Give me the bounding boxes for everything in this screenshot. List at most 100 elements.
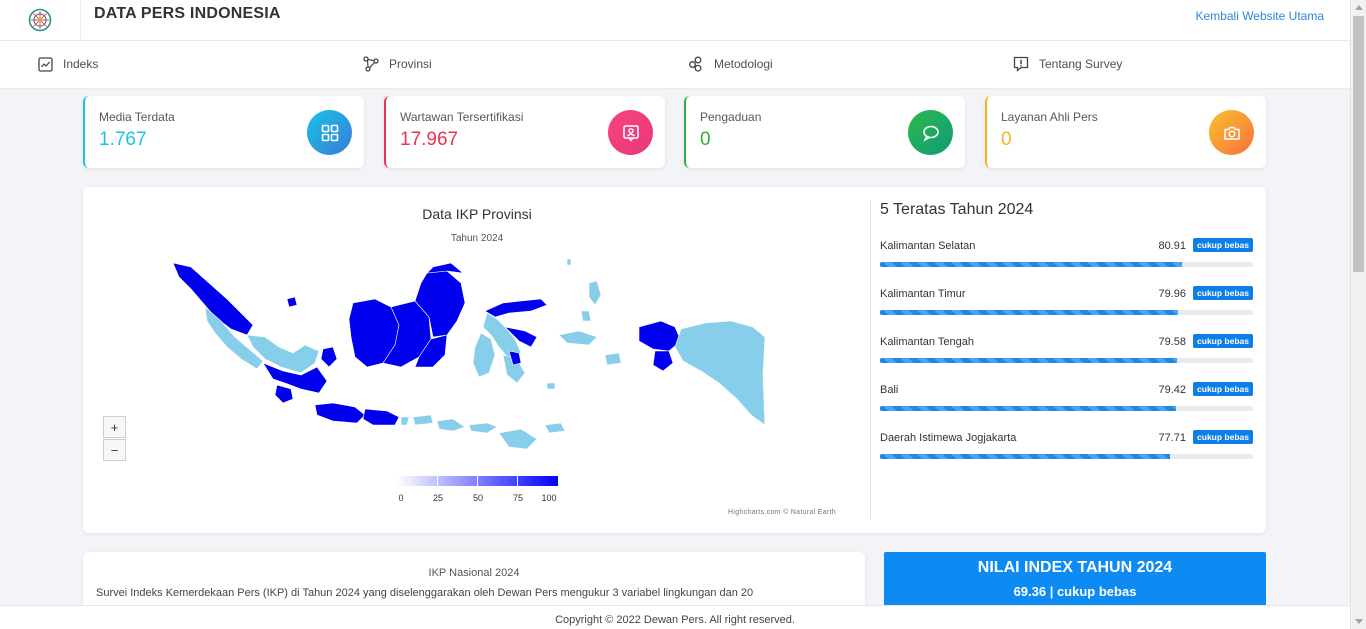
index-value: 69.36 | cukup bebas (1013, 584, 1137, 599)
legend-label-75: 75 (512, 493, 524, 503)
rank-score: 79.58 (1158, 336, 1186, 348)
nav-item-tentang-survey[interactable]: Tentang Survey (1013, 55, 1122, 73)
nav-label-indeks: Indeks (63, 57, 99, 71)
scrollbar-thumb[interactable] (1353, 16, 1364, 272)
map-region-bangka (320, 346, 338, 368)
ikp-national-card: IKP Nasional 2024 Survei Indeks Kemerdek… (83, 552, 865, 612)
legend-tick (477, 476, 478, 486)
map-region-papua-west (638, 320, 682, 352)
map-region-small-islands (546, 258, 572, 390)
footer: Copyright © 2022 Dewan Pers. All right r… (0, 605, 1350, 629)
legend-label-0: 0 (398, 493, 404, 503)
rank-row: Kalimantan Tengah 79.58 cukup bebas (880, 334, 1253, 366)
nav-item-metodologi[interactable]: Metodologi (688, 55, 773, 73)
map-region-java-west (314, 402, 366, 424)
ikp-map-card: Data IKP Provinsi Tahun 2024 + − 0 25 50… (83, 187, 1266, 533)
rank-progress-fill (880, 262, 1182, 267)
map-region-java-east (362, 408, 400, 426)
stat-label: Media Terdata (99, 110, 175, 124)
rank-name: Kalimantan Tengah (880, 336, 974, 348)
legend-tick (517, 476, 518, 486)
line-chart-icon (38, 56, 53, 72)
map-region-flores (544, 422, 566, 434)
rank-score: 79.96 (1158, 288, 1186, 300)
status-badge: cukup bebas (1193, 238, 1253, 252)
rank-progress-fill (880, 454, 1170, 459)
stat-card-wartawan-tersertifikasi: Wartawan Tersertifikasi 17.967 (384, 96, 665, 168)
rank-progress-fill (880, 358, 1177, 363)
main-nav: Indeks Provinsi Metodologi Tentang Surve… (0, 41, 1350, 88)
scroll-up-arrow-icon[interactable] (1355, 5, 1363, 10)
status-badge: cukup bebas (1193, 430, 1253, 444)
about-text: Survei Indeks Kemerdekaan Pers (IKP) di … (96, 587, 754, 599)
stat-card-layanan-ahli-pers: Layanan Ahli Pers 0 (985, 96, 1266, 168)
logo-emblem-icon (28, 8, 52, 32)
map-region-maluku-north (580, 280, 602, 322)
status-badge: cukup bebas (1193, 334, 1253, 348)
status-badge: cukup bebas (1193, 382, 1253, 396)
map-region-bali (400, 416, 410, 426)
map-region-maluku (558, 330, 622, 366)
about-title: IKP Nasional 2024 (428, 567, 520, 579)
grid-icon (307, 110, 352, 155)
rank-progress-track (880, 454, 1253, 459)
stat-value: 1.767 (99, 129, 147, 150)
indonesia-province-map[interactable] (169, 255, 789, 465)
map-region-lampung (274, 384, 294, 404)
map-region-papua-southwest (652, 350, 674, 372)
stat-card-media-terdata: Media Terdata 1.767 (83, 96, 364, 168)
stat-value: 0 (1001, 129, 1012, 150)
map-credit-link[interactable]: Highcharts.com © Natural Earth (728, 509, 836, 516)
stat-label: Wartawan Tersertifikasi (400, 110, 524, 124)
rank-progress-track (880, 358, 1253, 363)
map-region-timor (498, 428, 538, 450)
map-zoom-in-button[interactable]: + (103, 416, 126, 438)
page-scrollbar[interactable] (1350, 0, 1366, 629)
legend-label-100: 100 (541, 493, 557, 503)
map-region-nusa-tenggara (412, 414, 498, 434)
rank-score: 79.42 (1158, 384, 1186, 396)
nav-label-provinsi: Provinsi (389, 57, 432, 71)
map-subtitle: Tahun 2024 (450, 233, 504, 244)
map-region-sulawesi-south (472, 332, 496, 378)
rank-name: Kalimantan Timur (880, 288, 966, 300)
stat-label: Layanan Ahli Pers (1001, 110, 1098, 124)
nav-item-provinsi[interactable]: Provinsi (363, 55, 432, 73)
map-region-riau-islands (286, 296, 298, 308)
rank-progress-fill (880, 310, 1179, 315)
back-to-main-site-link[interactable]: Kembali Website Utama (1196, 9, 1325, 23)
rank-row: Bali 79.42 cukup bebas (880, 382, 1253, 414)
status-badge: cukup bebas (1193, 286, 1253, 300)
top-header: DATA PERS INDONESIA Kembali Website Utam… (0, 0, 1350, 41)
national-index-card: NILAI INDEX TAHUN 2024 69.36 | cukup beb… (884, 552, 1266, 612)
copyright-text: Copyright © 2022 Dewan Pers. All right r… (555, 614, 795, 626)
stat-value: 0 (700, 129, 711, 150)
rank-name: Kalimantan Selatan (880, 240, 976, 252)
map-zoom-out-button[interactable]: − (103, 439, 126, 461)
rank-progress-track (880, 310, 1253, 315)
legend-label-25: 25 (432, 493, 444, 503)
chat-icon (908, 110, 953, 155)
rank-progress-fill (880, 406, 1177, 411)
site-title: DATA PERS INDONESIA (94, 5, 281, 22)
nav-label-metodologi: Metodologi (714, 57, 773, 71)
map-region-kalimantan-north (426, 262, 464, 274)
top5-title: 5 Teratas Tahun 2024 (880, 201, 1034, 218)
legend-tick (437, 476, 438, 486)
rank-row: Kalimantan Selatan 80.91 cukup bebas (880, 238, 1253, 270)
nav-item-indeks[interactable]: Indeks (38, 55, 98, 73)
rank-score: 77.71 (1158, 432, 1186, 444)
camera-icon (1209, 110, 1254, 155)
circles-icon (689, 56, 702, 72)
map-region-sulawesi-north (484, 298, 548, 318)
rank-score: 80.91 (1158, 240, 1186, 252)
dewan-pers-logo[interactable] (0, 0, 81, 40)
rank-name: Daerah Istimewa Jogjakarta (880, 432, 1017, 444)
stat-value: 17.967 (400, 129, 459, 150)
rank-row: Daerah Istimewa Jogjakarta 77.71 cukup b… (880, 430, 1253, 462)
map-region-papua (674, 320, 766, 426)
scroll-down-arrow-icon[interactable] (1355, 619, 1363, 624)
index-title: NILAI INDEX TAHUN 2024 (977, 559, 1173, 576)
id-card-icon (608, 110, 653, 155)
map-divider (870, 200, 871, 519)
